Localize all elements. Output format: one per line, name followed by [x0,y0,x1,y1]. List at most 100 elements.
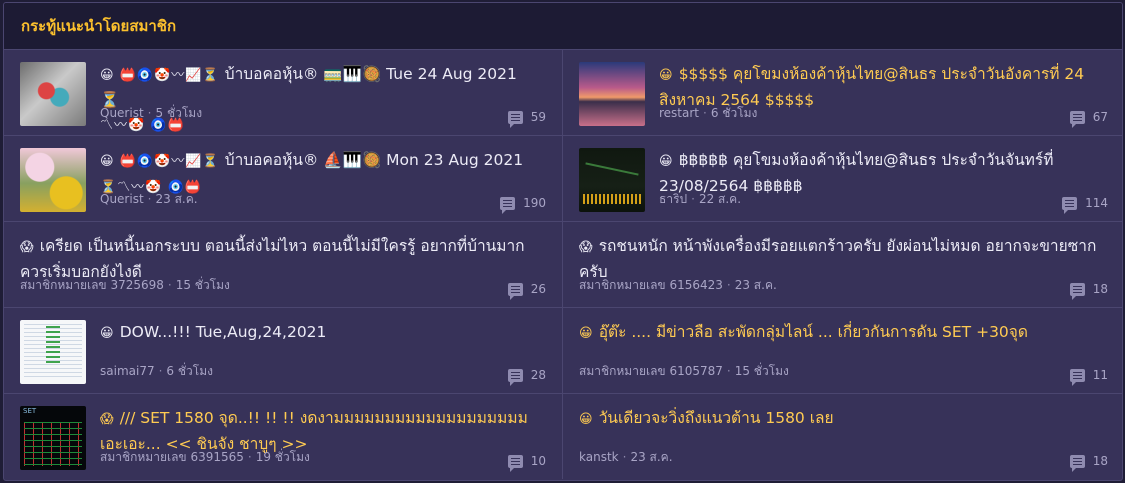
topic-title-text: ฿฿฿฿฿ คุยโขมงห้องค้าหุ้นไทย@สินธร ประจำว… [659,151,1054,195]
topic-title-text: รถชนหนัก หน้าพังเครื่องมีรอยแตกร้าวครับ … [579,237,1097,281]
topic-meta: saimai77 · 6 ชั่วโมง [100,362,213,381]
topic-item[interactable]: 😱 รถชนหนัก หน้าพังเครื่องมีรอยแตกร้าวครั… [563,222,1122,308]
topic-emoji-prefix: 😀 📛🧿🤡〰📈⏳ [100,154,225,169]
topic-emoji-prefix: 😀 [659,68,679,83]
topic-time: 6 ชั่วโมง [166,364,213,378]
topic-time: 23 ส.ค. [630,450,673,464]
meta-separator: · [147,192,152,206]
topic-content: 😱 รถชนหนัก หน้าพังเครื่องมีรอยแตกร้าวครั… [579,234,1108,307]
comment-count-value: 67 [1092,110,1108,124]
comment-count: 190 [500,196,546,214]
topic-title-text: $$$$$ คุยโขมงห้องค้าหุ้นไทย@สินธร ประจำว… [659,65,1085,109]
topic-time: 23 ส.ค. [155,192,198,206]
topic-author-link[interactable]: ธาริป [659,192,687,206]
topic-content: 😀 📛🧿🤡〰📈⏳ บ้าบอคอหุ้น® 🚃🎹🥘 Tue 24 Aug 202… [100,62,546,135]
topic-title-link[interactable]: 😀 📛🧿🤡〰📈⏳ บ้าบอคอหุ้น® 🚃🎹🥘 Tue 24 Aug 202… [100,62,546,138]
topic-meta: สมาชิกหมายเลข 6391565 · 19 ชั่วโมง [100,448,310,467]
topic-title-text: /// SET 1580 จุด..!! !! !! งดงามมมมมมมมม… [100,409,528,453]
topic-item[interactable]: 😀 ฿฿฿฿฿ คุยโขมงห้องค้าหุ้นไทย@สินธร ประจ… [563,136,1122,222]
topic-meta: Querist · 5 ชั่วโมง [100,104,202,123]
topic-time: 5 ชั่วโมง [155,106,203,120]
meta-separator: · [167,278,172,292]
topic-meta: สมาชิกหมายเลข 6105787 · 15 ชั่วโมง [579,362,789,381]
topic-time: 19 ชั่วโมง [255,450,310,464]
meta-separator: · [726,278,731,292]
comment-count: 18 [1069,454,1108,472]
topic-time: 15 ชั่วโมง [175,278,230,292]
topic-meta: restart · 6 ชั่วโมง [659,104,757,123]
topic-author-link[interactable]: restart [659,106,699,120]
topic-item[interactable]: 😀 📛🧿🤡〰📈⏳ บ้าบอคอหุ้น® 🚃🎹🥘 Tue 24 Aug 202… [4,50,563,136]
topic-title-text: อุ๊ต๊ะ .... มีข่าวลือ สะพัดกลุ่มไลน์ ...… [598,323,1028,341]
comment-icon [1069,110,1085,128]
comment-icon [507,454,523,472]
comment-count-value: 18 [1092,282,1108,296]
topic-meta: สมาชิกหมายเลข 6156423 · 23 ส.ค. [579,276,777,295]
topic-item[interactable]: 😀 $$$$$ คุยโขมงห้องค้าหุ้นไทย@สินธร ประจ… [563,50,1122,136]
topic-author-link[interactable]: สมาชิกหมายเลข 6391565 [100,450,244,464]
topic-item[interactable]: 😀 📛🧿🤡〰📈⏳ บ้าบอคอหุ้น® ⛵🎹🥘 Mon 23 Aug 202… [4,136,563,222]
topic-thumbnail[interactable] [20,148,86,212]
comment-icon [507,282,523,300]
topic-title-text: วันเดียวจะวิ่งถึงแนวต้าน 1580 เลย [598,409,834,427]
topic-meta: ธาริป · 22 ส.ค. [659,190,741,209]
topic-meta: Querist · 23 ส.ค. [100,190,198,209]
topic-item[interactable]: 😱 /// SET 1580 จุด..!! !! !! งดงามมมมมมม… [4,394,563,479]
topic-thumbnail[interactable] [20,320,86,384]
topic-item[interactable]: 😀 วันเดียวจะวิ่งถึงแนวต้าน 1580 เลย kanst… [563,394,1122,479]
topic-emoji-prefix: 😀 [579,326,599,341]
meta-separator: · [622,450,627,464]
comment-count: 67 [1069,110,1108,128]
topic-author-link[interactable]: saimai77 [100,364,155,378]
topic-thumbnail[interactable] [20,62,86,126]
meta-separator: · [726,364,731,378]
comment-count: 11 [1069,368,1108,386]
comment-count-value: 11 [1092,368,1108,382]
topic-content: 😀 วันเดียวจะวิ่งถึงแนวต้าน 1580 เลย kanst… [579,406,1108,479]
topic-content: 😀 DOW...!!! Tue,Aug,24,2021 saimai77 · 6 ชั… [100,320,546,393]
comment-count: 18 [1069,282,1108,300]
topic-title-link[interactable]: 😀 อุ๊ต๊ะ .... มีข่าวลือ สะพัดกลุ่มไลน์ .… [579,320,1108,346]
topic-grid: 😀 📛🧿🤡〰📈⏳ บ้าบอคอหุ้น® 🚃🎹🥘 Tue 24 Aug 202… [4,50,1122,479]
topic-thumbnail[interactable] [579,62,645,126]
meta-separator: · [247,450,252,464]
topic-author-link[interactable]: Querist [100,106,144,120]
topic-time: 23 ส.ค. [734,278,777,292]
meta-separator: · [691,192,695,206]
comment-icon [500,196,516,214]
meta-separator: · [703,106,707,120]
comment-count-value: 28 [530,368,546,382]
comment-icon [507,110,523,128]
topic-content: 😱 เครียด เป็นหนี้นอกระบบ ตอนนี้ส่งไม่ไหว… [20,234,546,307]
topic-title-link[interactable]: 😀 DOW...!!! Tue,Aug,24,2021 [100,320,546,346]
recommended-topics-panel: กระทู้แนะนำโดยสมาชิก 😀 📛🧿🤡〰📈⏳ บ้าบอคอหุ้… [3,2,1123,481]
topic-emoji-prefix: 😀 [100,326,120,341]
topic-emoji-prefix: 😱 [20,240,40,255]
topic-item[interactable]: 😀 อุ๊ต๊ะ .... มีข่าวลือ สะพัดกลุ่มไลน์ .… [563,308,1122,394]
comment-count: 59 [507,110,546,128]
topic-author-link[interactable]: Querist [100,192,144,206]
comment-count: 26 [507,282,546,300]
topic-author-link[interactable]: สมาชิกหมายเลข 6156423 [579,278,723,292]
topic-emoji-prefix: 😱 [579,240,599,255]
topic-content: 😀 📛🧿🤡〰📈⏳ บ้าบอคอหุ้น® ⛵🎹🥘 Mon 23 Aug 202… [100,148,546,221]
comment-icon [1062,196,1078,214]
comment-icon [1069,282,1085,300]
topic-title-link[interactable]: 😀 วันเดียวจะวิ่งถึงแนวต้าน 1580 เลย [579,406,1108,432]
topic-emoji-prefix: 😀 [579,412,599,427]
topic-author-link[interactable]: สมาชิกหมายเลข 3725698 [20,278,164,292]
topic-item[interactable]: 😱 เครียด เป็นหนี้นอกระบบ ตอนนี้ส่งไม่ไหว… [4,222,563,308]
panel-title: กระทู้แนะนำโดยสมาชิก [21,17,177,35]
comment-icon [1069,454,1085,472]
topic-thumbnail[interactable] [20,406,86,470]
topic-meta: สมาชิกหมายเลข 3725698 · 15 ชั่วโมง [20,276,230,295]
topic-author-link[interactable]: kanstk [579,450,619,464]
topic-time: 6 ชั่วโมง [710,106,758,120]
topic-emoji-prefix: 😱 [100,412,120,427]
topic-author-link[interactable]: สมาชิกหมายเลข 6105787 [579,364,723,378]
comment-icon [1069,368,1085,386]
topic-title-text: เครียด เป็นหนี้นอกระบบ ตอนนี้ส่งไม่ไหว ต… [20,237,525,281]
topic-time: 15 ชั่วโมง [734,364,789,378]
topic-thumbnail[interactable] [579,148,645,212]
topic-item[interactable]: 😀 DOW...!!! Tue,Aug,24,2021 saimai77 · 6 ชั… [4,308,563,394]
